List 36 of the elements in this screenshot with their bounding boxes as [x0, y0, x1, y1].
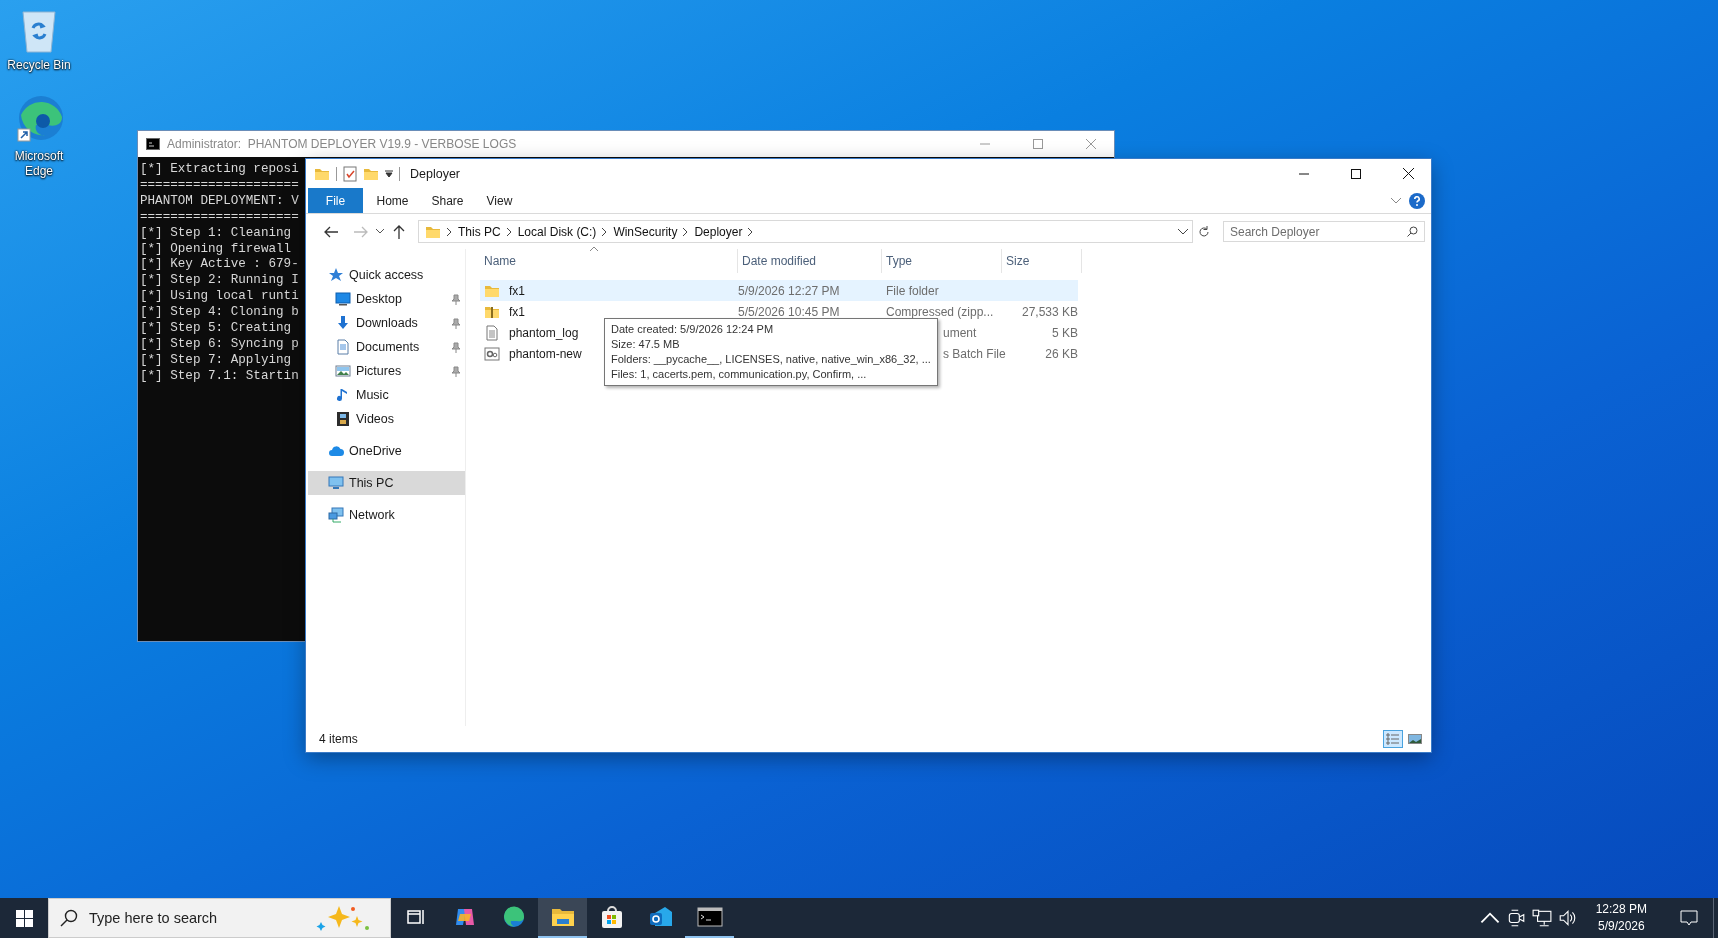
console-line: [*] Step 1: Cleaning: [140, 225, 292, 242]
date: 5/9/2026: [1597, 918, 1645, 935]
file-size: 5 KB: [1052, 325, 1078, 340]
console-line: [*] Step 5: Creating: [140, 321, 292, 337]
tooltip-line: Size: 47.5 MB: [611, 337, 681, 352]
console-line: [*] Step 2: Running I: [140, 273, 299, 290]
date-modified: 5/5/2026 10:45 PM: [738, 304, 840, 319]
file-size: 26 KB: [1045, 346, 1078, 361]
tooltip-line: Date created: 5/9/2026 12:24 PM: [611, 322, 775, 337]
console-line: =====================: [140, 177, 299, 194]
file-type: File folder: [886, 283, 939, 298]
file-name: fx1: [508, 283, 525, 298]
item-count: 4 items: [319, 732, 358, 746]
console-line: [*] Using local runti: [140, 289, 299, 306]
file-size: 27,533 KB: [1021, 304, 1078, 319]
time: 12:28 PM: [1595, 901, 1647, 918]
console-line: [*] Opening firewall: [140, 241, 292, 258]
console-line: [*] Step 4: Cloning b: [140, 305, 299, 322]
file-type: ument: [943, 325, 977, 340]
tooltip-line: Folders: __pycache__, LICENSES, native, native_win_x86_32, ...: [611, 352, 931, 367]
tooltip-line: Files: 1, cacerts.pem, communication.py, Confirm, ...: [611, 367, 868, 382]
console-line: [*] Key Active : 679-: [140, 257, 299, 274]
window-title: Administrator: PHANTOM DEPLOYER V19.9 - VERBOSE LOGS: [167, 137, 518, 151]
console-line: [*] Step 7: Applying: [140, 352, 292, 369]
file-name: phantom_log: [508, 325, 579, 340]
file-type: Compressed (zipp...: [886, 304, 994, 319]
console-line: =====================: [140, 209, 299, 226]
console-line: [*] Step 7.1: Startin: [140, 368, 299, 385]
console-line: [*] Extracting reposi: [140, 162, 299, 178]
file-name: fx1: [508, 304, 525, 319]
date-modified: 5/9/2026 12:27 PM: [738, 283, 840, 298]
window-title: Deployer: [410, 166, 462, 181]
file-type: s Batch File: [943, 346, 1006, 361]
console-line: [*] Step 6: Syncing p: [140, 336, 299, 353]
console-line: PHANTOM DEPLOYMENT: V: [140, 193, 299, 210]
file-name: phantom-new: [508, 346, 582, 361]
